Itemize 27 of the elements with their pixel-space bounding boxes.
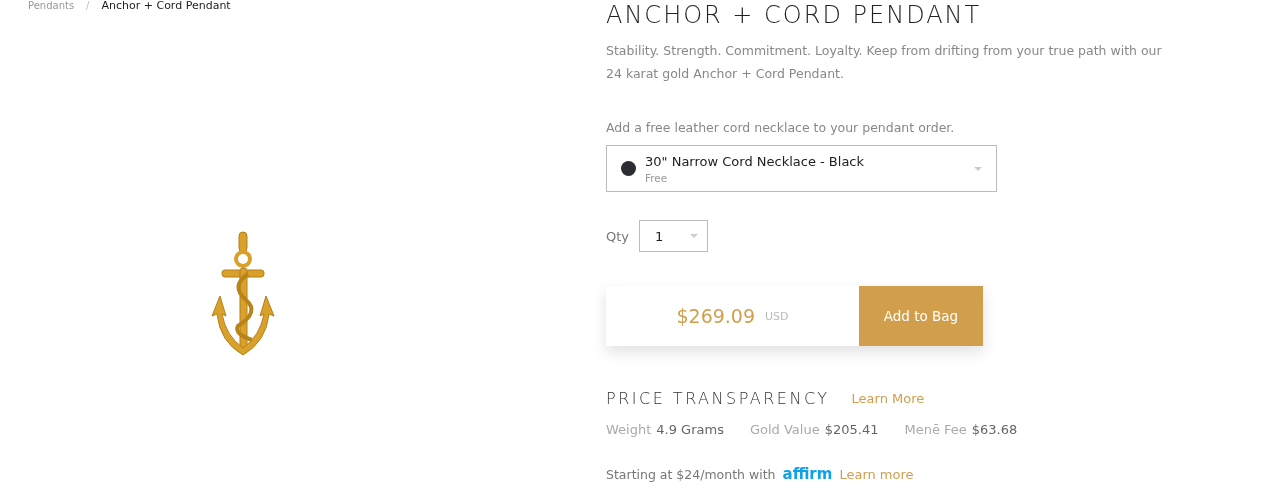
cord-prompt: Add a free leather cord necklace to your pendant order. — [606, 120, 956, 135]
financing-text: Starting at $24/month with — [606, 466, 776, 482]
product-description: Stability. Strength. Commitment. Loyalty. Keep from drifting from your true path with our 24 karat gold Anchor + Cord Pendant. — [606, 42, 1163, 83]
stat-label: Gold Value — [749, 422, 820, 437]
add-to-bag-button[interactable]: Add to Bag — [859, 286, 983, 346]
cord-name: 30" Narrow Cord Necklace - Black — [645, 153, 866, 169]
quantity-label: Qty — [606, 228, 630, 244]
learn-more-link[interactable]: Learn more — [839, 466, 914, 482]
breadcrumb-link[interactable]: Pendants — [28, 0, 75, 12]
currency: USD — [765, 309, 789, 323]
cord-price: Free — [645, 171, 669, 184]
caret-icon — [974, 166, 982, 171]
price: $269.09 — [676, 305, 756, 327]
stat-label: Menē Fee — [904, 422, 967, 437]
cord-select[interactable]: 30" Narrow Cord Necklace - Black Free — [606, 145, 997, 192]
affirm-logo: affirm — [782, 465, 833, 483]
stat-value: $205.41 — [824, 422, 879, 437]
stat-label: Weight — [606, 422, 652, 437]
product-title: ANCHOR + CORD PENDANT — [606, 1, 983, 29]
learn-more-link[interactable]: Learn More — [851, 391, 925, 406]
caret-icon — [690, 234, 699, 238]
stat-value: 4.9 Grams — [656, 422, 724, 437]
quantity-select[interactable]: 1 — [639, 220, 709, 252]
breadcrumb-separator: / — [86, 0, 90, 12]
stat-value: $63.68 — [971, 422, 1018, 437]
breadcrumb-current: Anchor + Cord Pendant — [101, 0, 231, 12]
section-title: PRICE TRANSPARENCY — [606, 389, 830, 408]
